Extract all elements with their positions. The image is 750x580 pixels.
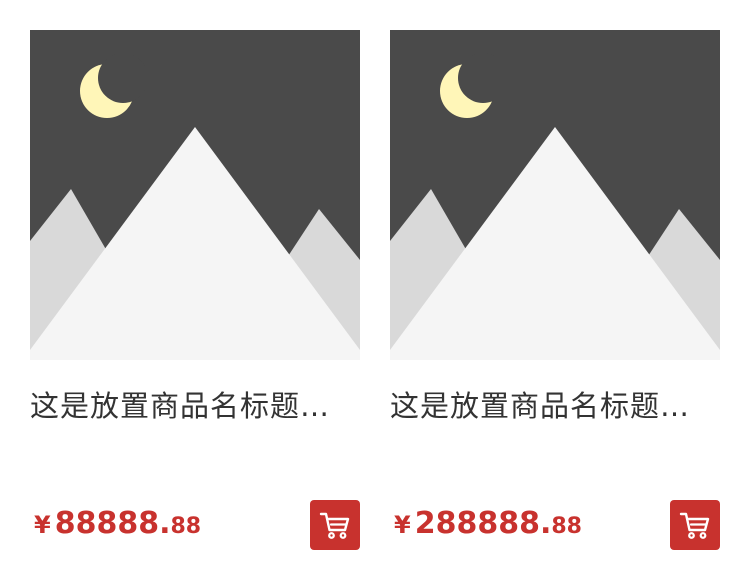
add-to-cart-button[interactable] <box>310 500 360 550</box>
add-to-cart-button[interactable] <box>670 500 720 550</box>
price-integer: 88888. <box>54 506 171 541</box>
price-decimal: 88 <box>170 514 202 539</box>
product-card[interactable]: 这是放置商品名标题… ¥288888.88 <box>390 30 720 550</box>
product-price: ¥88888.88 <box>34 506 201 541</box>
image-placeholder-icon[interactable] <box>390 30 720 360</box>
shopping-cart-icon <box>679 512 710 539</box>
product-card[interactable]: 这是放置商品名标题… ¥88888.88 <box>30 30 360 550</box>
product-price: ¥288888.88 <box>394 506 582 541</box>
price-decimal: 88 <box>551 514 582 539</box>
currency-symbol: ¥ <box>34 511 51 539</box>
product-title[interactable]: 这是放置商品名标题… <box>30 386 360 426</box>
product-title[interactable]: 这是放置商品名标题… <box>390 386 720 426</box>
product-grid: 这是放置商品名标题… ¥88888.88 这是放置商品名标题… ¥288888.… <box>0 0 750 580</box>
image-placeholder-icon[interactable] <box>30 30 360 360</box>
price-integer: 288888. <box>414 506 552 541</box>
shopping-cart-icon <box>319 512 350 539</box>
currency-symbol: ¥ <box>394 511 411 539</box>
